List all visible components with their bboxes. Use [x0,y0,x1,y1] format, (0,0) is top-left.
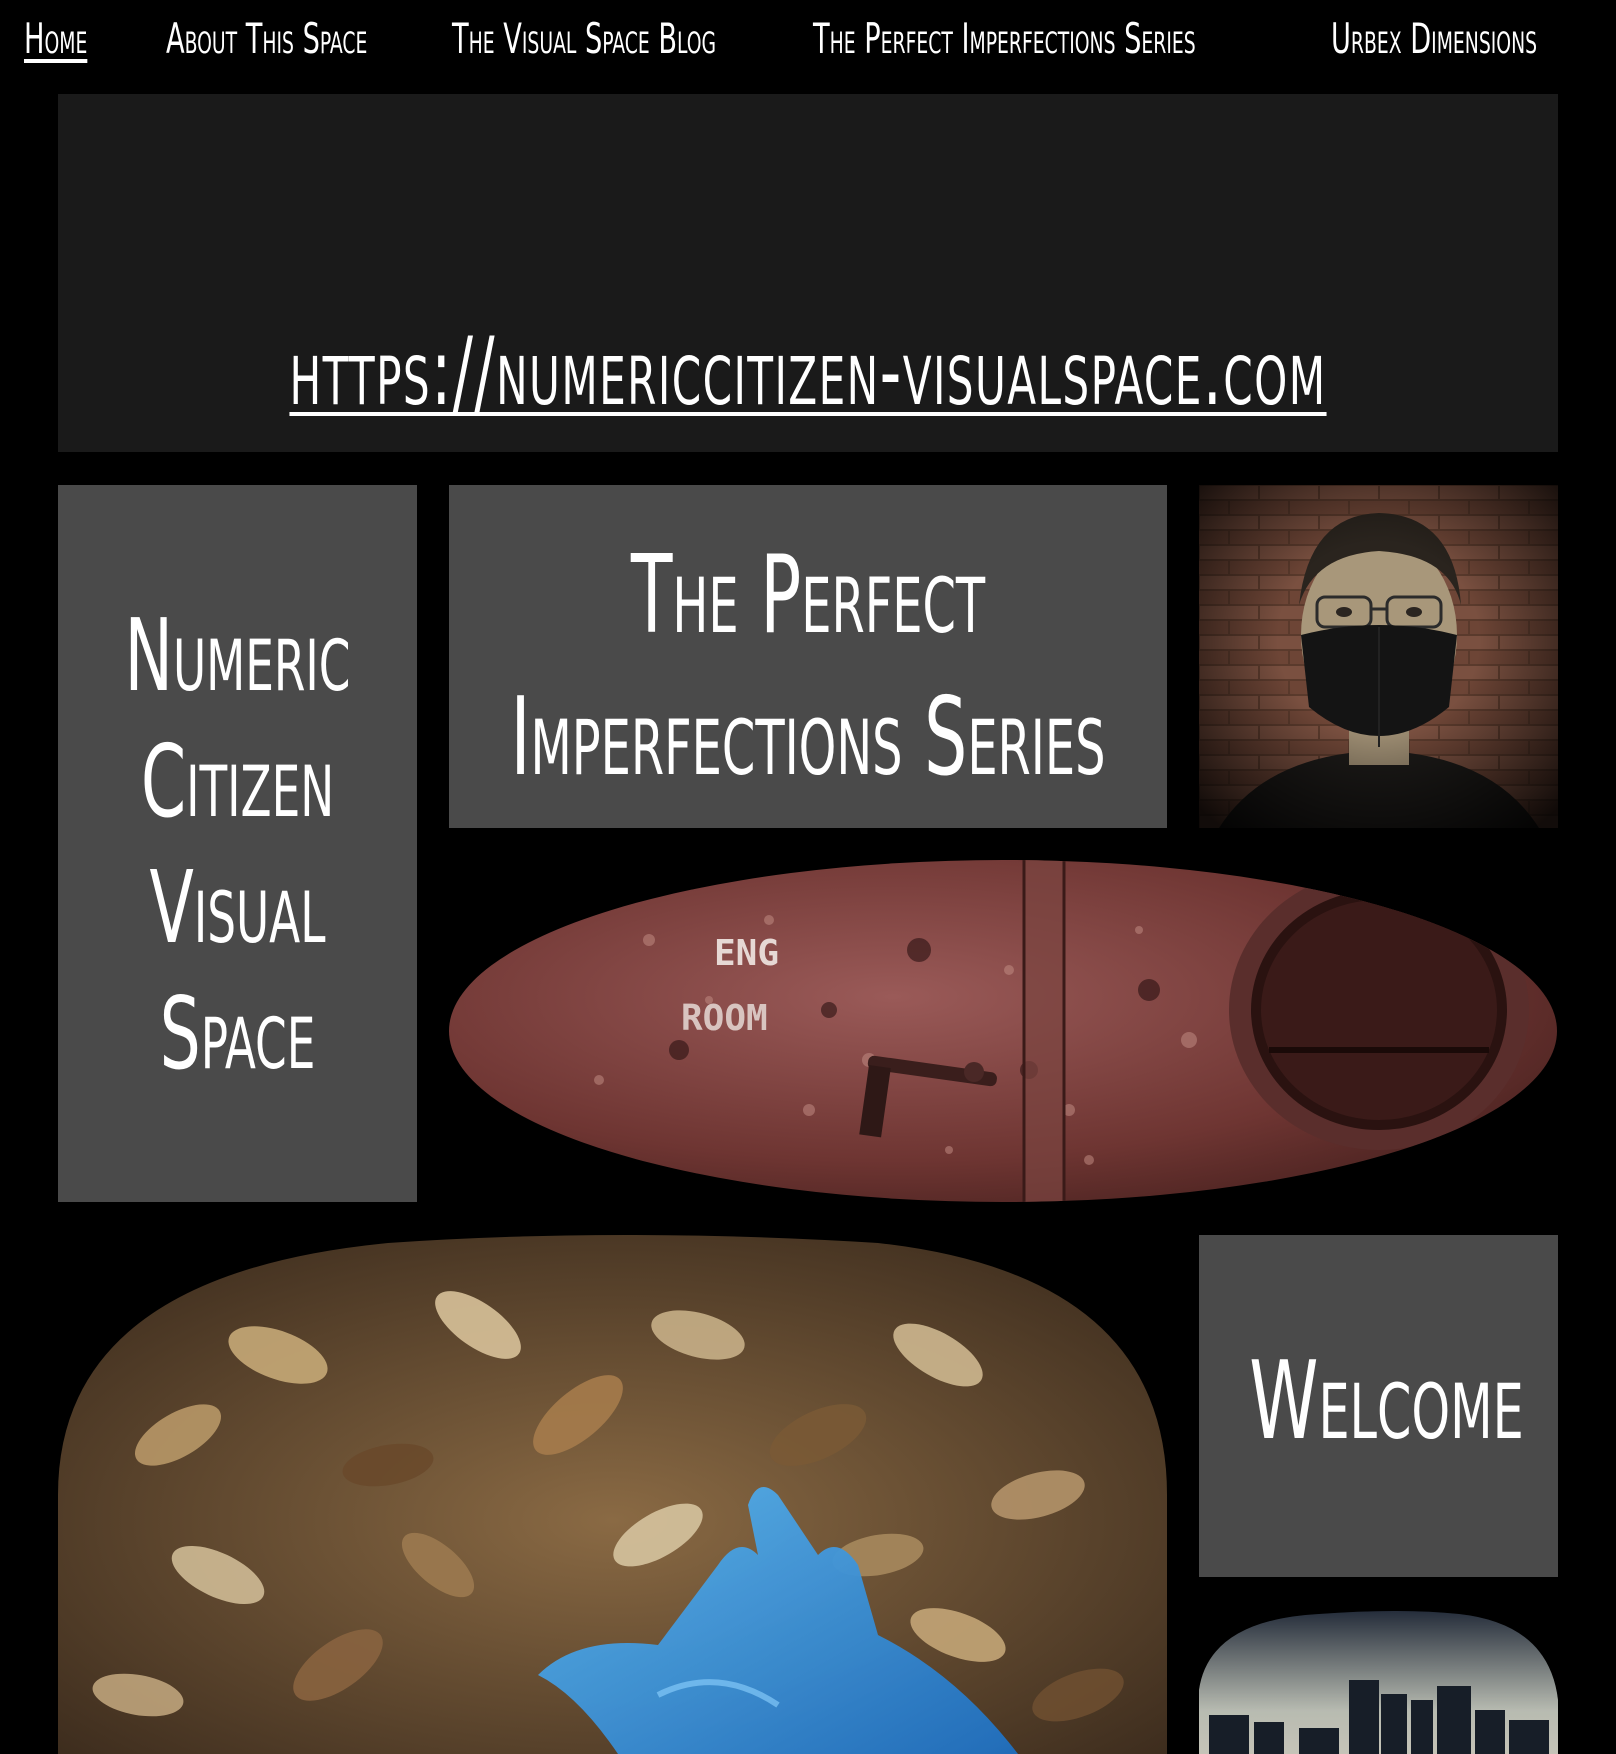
site-title-line: Numeric [124,597,351,714]
site-title-line: Visual [149,849,326,966]
nav-urbex[interactable]: Urbex Dimensions [1331,12,1537,66]
nav-perfect-imperfections[interactable]: The Perfect Imperfections Series [813,12,1196,66]
rusty-door-photo-icon: ENG ROOM [449,860,1558,1202]
door-stencil-eng: ENG [714,933,779,974]
nav-home[interactable]: Home [24,12,87,66]
series-title-tile[interactable]: The Perfect Imperfections Series [449,485,1167,828]
welcome-tile[interactable]: Welcome [1199,1235,1558,1577]
site-title: Numeric Citizen Visual Space [108,593,366,1097]
blue-glove-leaves-photo-icon [58,1235,1167,1754]
door-stencil-room: ROOM [681,998,768,1039]
site-title-line: Space [159,975,316,1092]
series-title-line: Imperfections Series [510,675,1106,800]
welcome-heading: Welcome [1249,1339,1524,1464]
city-skyline-photo-icon [1199,1610,1558,1754]
nav-blog[interactable]: The Visual Space Blog [452,12,716,66]
site-title-tile: Numeric Citizen Visual Space [58,485,417,1202]
hero-url-tile: https://numericcitizen-visualspace.com [58,94,1558,452]
main-navigation: Home About This Space The Visual Space B… [0,0,1616,82]
series-title-line: The Perfect [630,533,986,658]
series-title: The Perfect Imperfections Series [510,525,1105,809]
portrait-masked-man-icon [1199,485,1558,828]
site-title-line: Citizen [140,723,335,840]
site-url-link[interactable]: https://numericcitizen-visualspace.com [276,318,1341,427]
nav-about[interactable]: About This Space [166,12,367,66]
